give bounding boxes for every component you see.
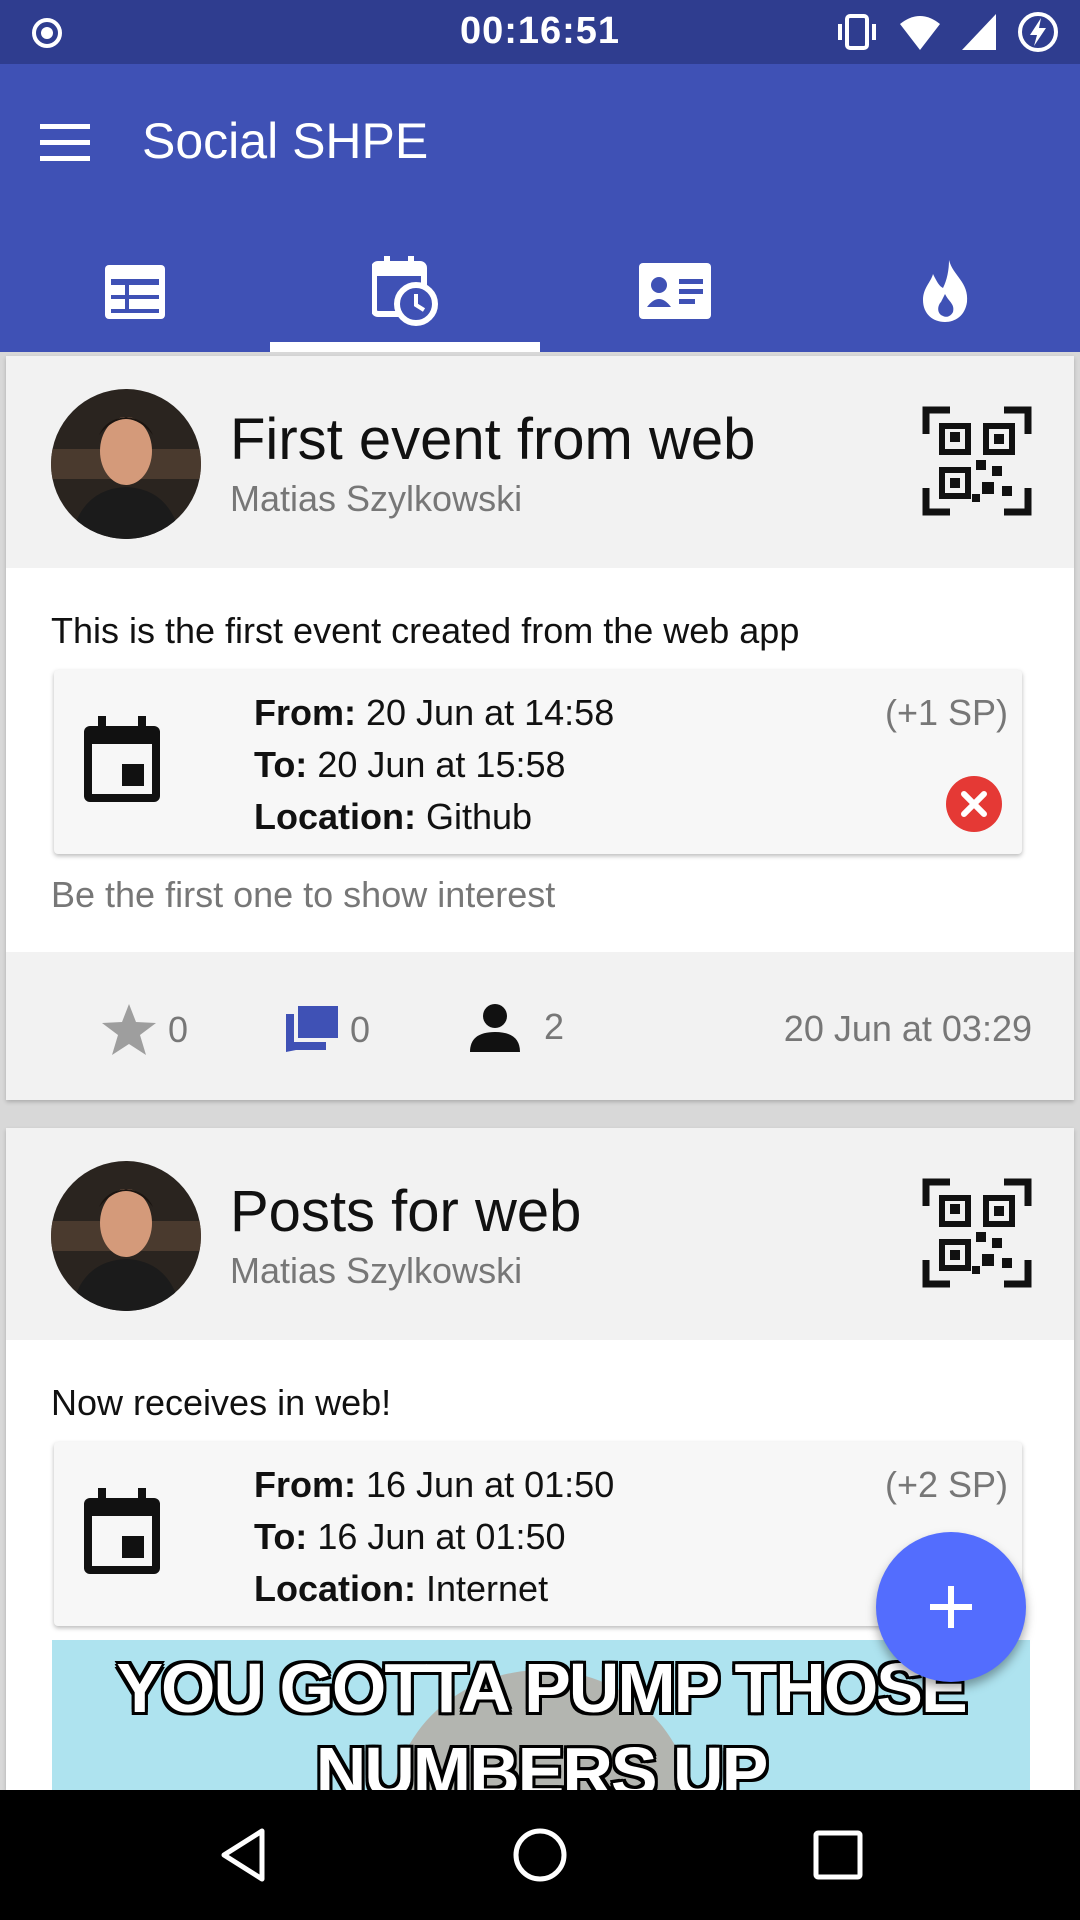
card-header: First event from web Matias Szylkowski bbox=[6, 356, 1074, 568]
card-footer: 0 0 2 20 Jun at 03:29 bbox=[6, 952, 1074, 1100]
calendar-clock-icon bbox=[372, 255, 438, 326]
event-to: To: 16 Jun at 01:50 bbox=[254, 1516, 566, 1557]
menu-icon[interactable] bbox=[36, 118, 96, 168]
back-icon[interactable] bbox=[214, 1825, 274, 1885]
stars-stat[interactable]: 0 bbox=[100, 1002, 188, 1058]
wifi-icon bbox=[900, 16, 940, 50]
close-icon bbox=[961, 791, 987, 817]
event-to: To: 20 Jun at 15:58 bbox=[254, 744, 566, 785]
status-bar: 00:16:51 bbox=[0, 0, 1080, 64]
card-header: Posts for web Matias Szylkowski bbox=[6, 1128, 1074, 1340]
meme-caption-bottom: NUMBERS UP bbox=[315, 1733, 769, 1790]
comments-count: 0 bbox=[350, 1009, 371, 1050]
event-title: Posts for web bbox=[230, 1179, 582, 1244]
app-bar: Social SHPE bbox=[0, 64, 1080, 352]
calendar-icon bbox=[84, 1488, 160, 1574]
interest-text: Be the first one to show interest bbox=[51, 874, 556, 915]
attendees-stat[interactable]: 2 bbox=[468, 1002, 564, 1052]
meme-caption-top: YOU GOTTA PUMP THOSE bbox=[116, 1649, 967, 1727]
tab-calendar[interactable] bbox=[0, 229, 270, 352]
event-title: First event from web bbox=[230, 407, 756, 472]
tab-bar bbox=[0, 229, 1080, 352]
comment-icon bbox=[286, 1006, 338, 1052]
avatar[interactable] bbox=[51, 1161, 201, 1311]
person-icon bbox=[470, 1004, 520, 1052]
event-description: This is the first event created from the… bbox=[51, 610, 800, 651]
event-description: Now receives in web! bbox=[51, 1382, 392, 1423]
stars-count: 0 bbox=[168, 1009, 189, 1050]
post-date: 20 Jun at 03:29 bbox=[783, 1008, 1032, 1049]
app-title: Social SHPE bbox=[142, 113, 429, 169]
add-event-button[interactable] bbox=[876, 1532, 1026, 1682]
comments-stat[interactable]: 0 bbox=[282, 1002, 370, 1058]
tab-events[interactable] bbox=[270, 229, 540, 352]
event-sp: (+2 SP) bbox=[884, 1464, 1008, 1505]
system-nav-bar bbox=[0, 1790, 1080, 1920]
calendar-icon bbox=[84, 716, 160, 802]
flame-icon bbox=[923, 259, 968, 322]
calendar-grid-icon bbox=[105, 264, 165, 319]
post-image[interactable]: YOU GOTTA PUMP THOSE NUMBERS UP bbox=[52, 1640, 1030, 1790]
tab-profile[interactable] bbox=[540, 229, 810, 352]
event-sp: (+1 SP) bbox=[884, 692, 1008, 733]
home-icon[interactable] bbox=[510, 1825, 570, 1885]
event-location: Location: Internet bbox=[254, 1568, 549, 1609]
attendees-count: 2 bbox=[544, 1006, 565, 1047]
vibrate-icon bbox=[838, 14, 876, 50]
tab-trending[interactable] bbox=[810, 229, 1080, 352]
signal-icon bbox=[962, 14, 996, 50]
cancel-attendance-button[interactable] bbox=[946, 776, 1002, 832]
battery-charging-icon bbox=[1018, 12, 1058, 52]
qr-code-icon[interactable] bbox=[922, 406, 1032, 516]
star-icon bbox=[102, 1004, 156, 1055]
status-icons bbox=[834, 10, 1060, 54]
event-from: From: 16 Jun at 01:50 bbox=[254, 1464, 615, 1505]
qr-code-icon[interactable] bbox=[922, 1178, 1032, 1288]
plus-icon bbox=[930, 1586, 972, 1628]
event-author: Matias Szylkowski bbox=[230, 478, 523, 519]
event-author: Matias Szylkowski bbox=[230, 1250, 523, 1291]
event-from: From: 20 Jun at 14:58 bbox=[254, 692, 615, 733]
event-card[interactable]: Posts for web Matias Szylkowski Now rece… bbox=[6, 1128, 1074, 1790]
avatar[interactable] bbox=[51, 389, 201, 539]
event-card[interactable]: First event from web Matias Szylkowski T… bbox=[6, 356, 1074, 1100]
event-location: Location: Github bbox=[254, 796, 533, 837]
recents-icon[interactable] bbox=[808, 1825, 868, 1885]
event-details: From: 20 Jun at 14:58 To: 20 Jun at 15:5… bbox=[54, 670, 1022, 854]
id-card-icon bbox=[639, 262, 711, 319]
